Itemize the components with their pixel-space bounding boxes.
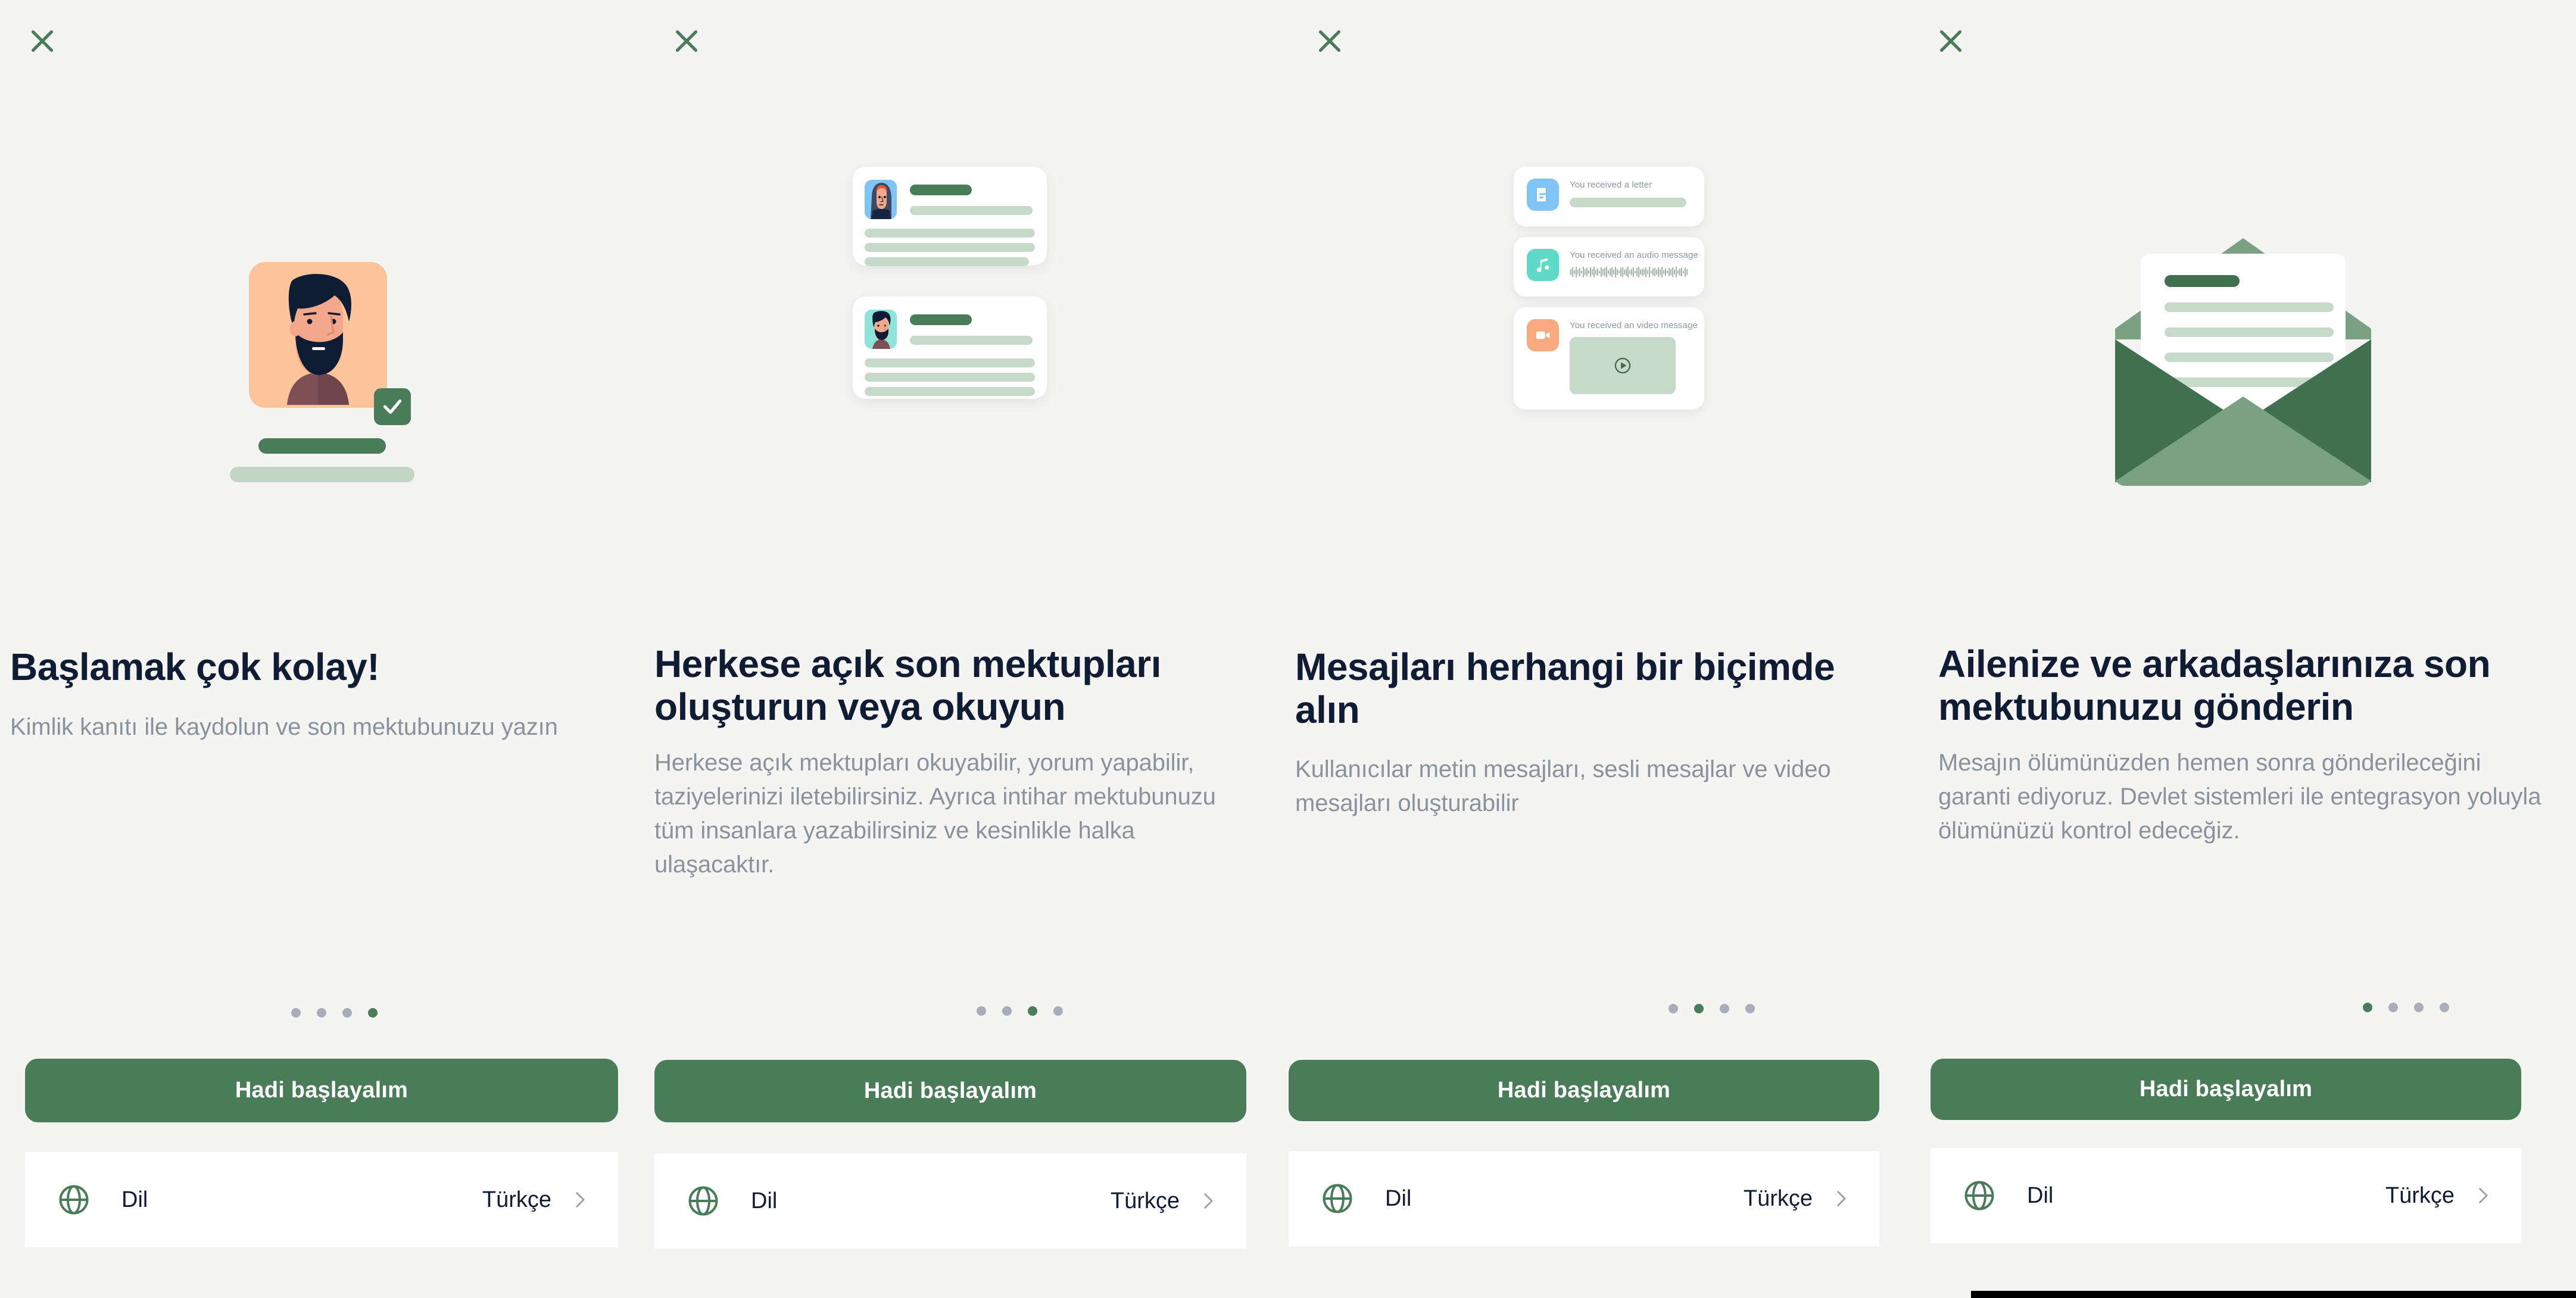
globe-icon [1961, 1178, 1997, 1213]
message-label: You received a letter [1570, 180, 1652, 190]
card-line-placeholder [865, 257, 1029, 266]
profile-verified-illustration [224, 262, 420, 482]
pagination-dot[interactable] [1002, 1006, 1012, 1016]
pagination-dot[interactable] [1053, 1006, 1063, 1016]
video-thumbnail[interactable] [1570, 337, 1676, 394]
pagination-dots [1669, 1004, 1755, 1013]
card-subtitle-placeholder [910, 206, 1033, 215]
language-row[interactable]: Dil Türkçe [1289, 1151, 1879, 1246]
language-row[interactable]: Dil Türkçe [654, 1153, 1246, 1249]
message-label: You received an video message [1570, 320, 1698, 330]
page-subtitle: Kimlik kanıtı ile kaydolun ve son mektub… [10, 713, 558, 740]
language-value: Türkçe [2385, 1182, 2455, 1208]
card-line-placeholder [865, 243, 1035, 252]
get-started-button[interactable]: Hadi başlayalım [25, 1059, 618, 1122]
language-label: Dil [1385, 1185, 1412, 1211]
verified-check-icon [374, 388, 411, 425]
onboarding-panel-3: You received a letter You received an au… [1287, 0, 1931, 1298]
card-title-placeholder [910, 314, 972, 325]
language-value: Türkçe [1743, 1185, 1813, 1211]
onboarding-panel-1: Başlamak çok kolay! Kimlik kanıtı ile ka… [0, 0, 644, 1298]
chevron-right-icon [569, 1190, 590, 1210]
card-title-placeholder [910, 185, 972, 195]
text-placeholder-bar [1570, 198, 1686, 207]
pagination-dot[interactable] [1694, 1004, 1704, 1013]
pagination-dot[interactable] [2388, 1003, 2398, 1012]
chevron-right-icon [1197, 1191, 1218, 1211]
onboarding-screens-grid: Başlamak çok kolay! Kimlik kanıtı ile ka… [0, 0, 2576, 1298]
bearded-man-avatar [865, 310, 897, 349]
message-label: You received an audio message [1570, 250, 1698, 260]
page-title: Herkese açık son mektupları oluşturun ve… [654, 642, 1161, 728]
pagination-dot[interactable] [1720, 1004, 1729, 1013]
language-label: Dil [751, 1188, 778, 1213]
audio-waveform [1570, 266, 1689, 279]
detail-placeholder-bar [230, 467, 414, 482]
bearded-man-avatar [249, 262, 387, 408]
pagination-dot[interactable] [1745, 1004, 1755, 1013]
onboarding-panel-4: Ailenize ve arkadaşlarınıza son mektubun… [1931, 0, 2576, 1298]
play-icon [1614, 357, 1631, 374]
panel-text-block: Başlamak çok kolay! Kimlik kanıtı ile ka… [10, 645, 629, 744]
pagination-dot[interactable] [2440, 1003, 2449, 1012]
language-label: Dil [121, 1187, 148, 1212]
card-line-placeholder [865, 373, 1035, 382]
pagination-dot[interactable] [977, 1006, 986, 1016]
music-note-icon [1527, 249, 1559, 281]
pagination-dots [291, 1008, 378, 1018]
pagination-dot[interactable] [317, 1008, 326, 1018]
get-started-button[interactable]: Hadi başlayalım [1931, 1059, 2521, 1120]
close-icon[interactable] [1932, 23, 1969, 60]
name-placeholder-bar [258, 438, 386, 454]
home-indicator [1971, 1291, 2576, 1298]
pagination-dot[interactable] [1669, 1004, 1678, 1013]
panel-text-block: Ailenize ve arkadaşlarınıza son mektubun… [1938, 642, 2558, 848]
letter-card [853, 297, 1047, 399]
language-value: Türkçe [482, 1187, 551, 1212]
globe-icon [1320, 1181, 1355, 1216]
page-title: Ailenize ve arkadaşlarınıza son mektubun… [1938, 642, 2491, 728]
close-icon[interactable] [1311, 23, 1348, 60]
language-row[interactable]: Dil Türkçe [25, 1152, 618, 1247]
letter-card [853, 167, 1047, 266]
message-card-video: You received an video message [1514, 307, 1704, 410]
pagination-dots [2363, 1003, 2449, 1012]
card-line-placeholder [865, 387, 1035, 396]
page-subtitle: Kullanıcılar metin mesajları, sesli mesa… [1295, 756, 1831, 817]
language-label: Dil [2027, 1182, 2054, 1208]
page-subtitle: Mesajın ölümünüzden hemen sonra gönderil… [1938, 750, 2541, 844]
message-card-letter: You received a letter [1514, 167, 1704, 226]
document-icon [1527, 179, 1559, 211]
message-card-audio: You received an audio message [1514, 237, 1704, 297]
language-value: Türkçe [1110, 1188, 1180, 1213]
page-subtitle: Herkese açık mektupları okuyabilir, yoru… [654, 750, 1216, 878]
get-started-button[interactable]: Hadi başlayalım [654, 1060, 1246, 1122]
globe-icon [56, 1182, 92, 1218]
pagination-dot[interactable] [2414, 1003, 2424, 1012]
onboarding-panel-2: Herkese açık son mektupları oluşturun ve… [644, 0, 1287, 1298]
pagination-dot[interactable] [2363, 1003, 2372, 1012]
pagination-dot[interactable] [1028, 1006, 1037, 1016]
get-started-button[interactable]: Hadi başlayalım [1289, 1060, 1879, 1121]
woman-hijab-avatar [865, 180, 897, 219]
close-icon[interactable] [668, 23, 705, 60]
pagination-dot[interactable] [291, 1008, 301, 1018]
card-subtitle-placeholder [910, 336, 1033, 345]
page-title: Mesajları herhangi bir biçimde alın [1295, 645, 1835, 731]
pagination-dot[interactable] [368, 1008, 378, 1018]
card-line-placeholder [865, 229, 1035, 238]
video-camera-icon [1527, 319, 1559, 351]
page-title: Başlamak çok kolay! [10, 645, 380, 688]
globe-icon [685, 1183, 721, 1219]
panel-text-block: Mesajları herhangi bir biçimde alın Kull… [1295, 645, 1897, 820]
language-row[interactable]: Dil Türkçe [1931, 1148, 2521, 1243]
pagination-dots [977, 1006, 1063, 1016]
panel-text-block: Herkese açık son mektupları oluşturun ve… [654, 642, 1256, 882]
chevron-right-icon [1830, 1188, 1851, 1209]
open-envelope-letter-illustration [2094, 226, 2392, 488]
pagination-dot[interactable] [342, 1008, 352, 1018]
chevron-right-icon [2472, 1185, 2493, 1206]
close-icon[interactable] [24, 23, 61, 60]
card-line-placeholder [865, 358, 1035, 367]
